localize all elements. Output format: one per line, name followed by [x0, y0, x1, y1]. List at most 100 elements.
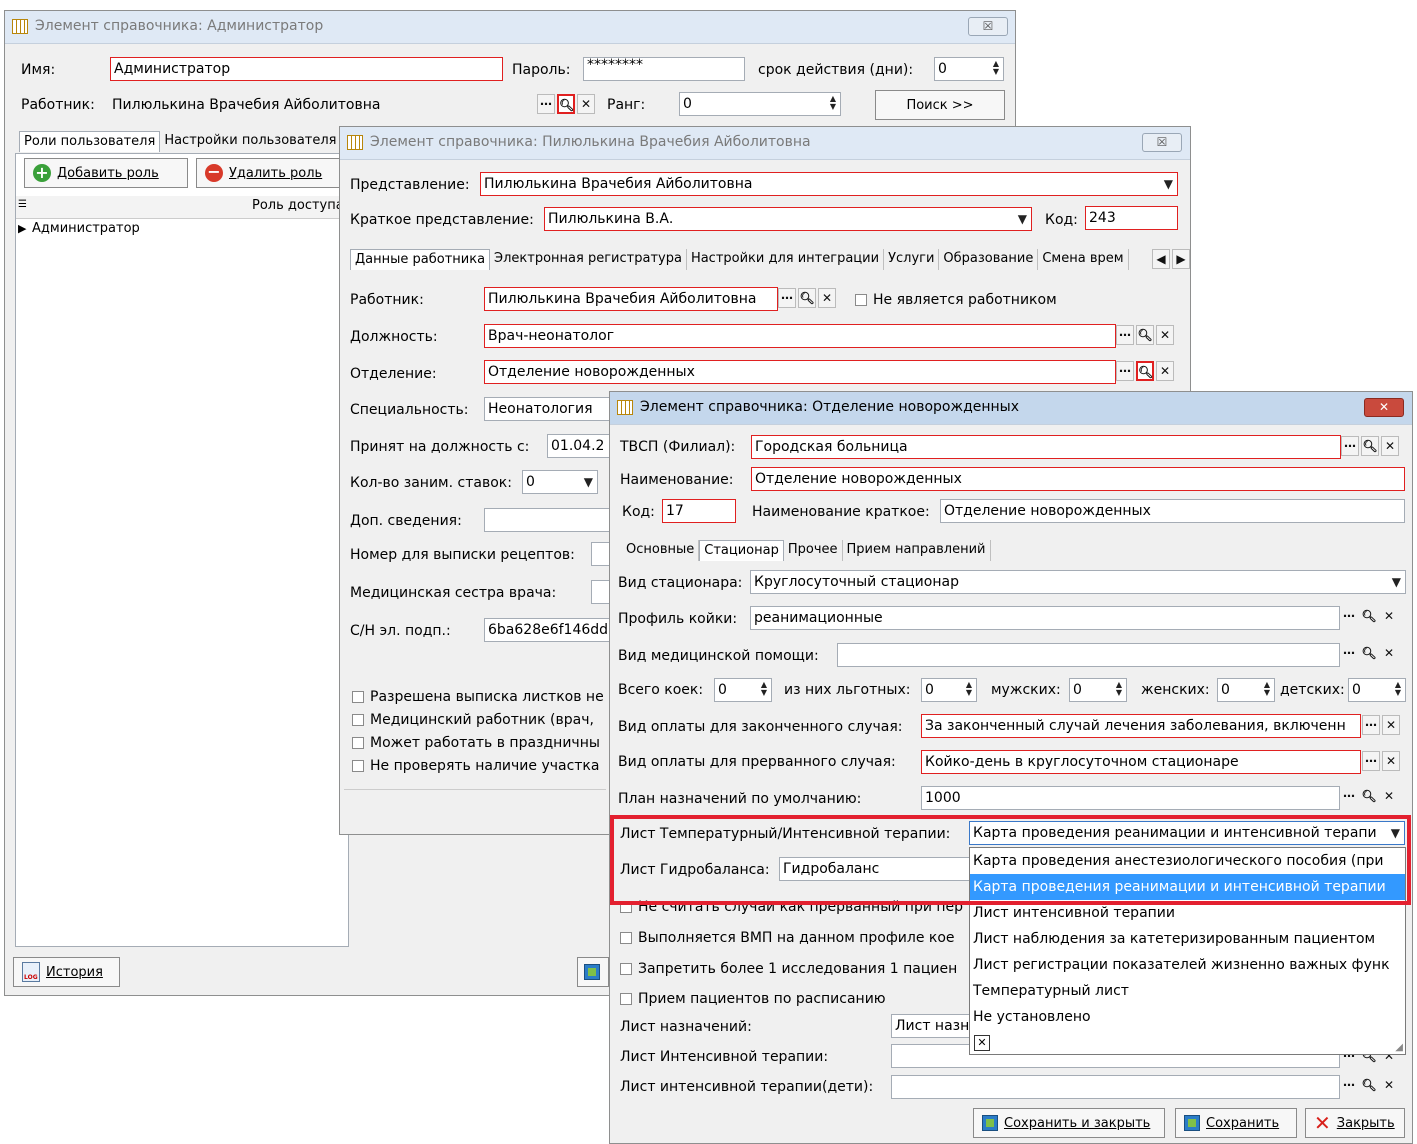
more-icon[interactable]: ⋯: [1362, 715, 1380, 735]
checkbox-box[interactable]: [620, 963, 632, 975]
rank-stepper[interactable]: 0 ▲ ▼: [679, 92, 841, 116]
payment-interrupted-field[interactable]: Койко-день в круглосуточном стационаре: [921, 750, 1361, 774]
tab-other[interactable]: Прочее: [784, 540, 843, 561]
rates-select[interactable]: 0 ▼: [522, 470, 598, 494]
password-field[interactable]: ********: [583, 57, 745, 81]
signature-field[interactable]: 6ba628e6f146dd: [484, 618, 611, 642]
prescriptions-field[interactable]: Лист назн: [891, 1014, 971, 1038]
close-window-button[interactable]: ✕: [1364, 398, 1404, 417]
medical-worker-checkbox[interactable]: Медицинский работник (врач,: [352, 712, 594, 728]
more-icon[interactable]: ⋯: [1116, 361, 1134, 381]
more-icon[interactable]: ⋯: [1340, 787, 1358, 807]
spin-arrows-icon[interactable]: ▲ ▼: [827, 95, 839, 113]
save-and-close-button[interactable]: Сохранить и закрыть: [973, 1108, 1165, 1138]
checkbox-box[interactable]: [620, 932, 632, 944]
recipe-number-field[interactable]: [591, 542, 611, 566]
tab-shift-time[interactable]: Смена врем: [1038, 249, 1129, 270]
search-icon[interactable]: 🔍︎: [1361, 436, 1379, 456]
more-icon[interactable]: ⋯: [1340, 644, 1358, 664]
clear-icon[interactable]: ✕: [1380, 1076, 1398, 1096]
dropdown-option[interactable]: Лист наблюдения за катетеризированным па…: [970, 926, 1405, 952]
save-button[interactable]: Сохранить: [1175, 1108, 1297, 1138]
close-button[interactable]: ✕ Закрыть: [1305, 1108, 1405, 1138]
more-icon[interactable]: ⋯: [1340, 1076, 1358, 1096]
bed-profile-field[interactable]: реанимационные: [750, 606, 1340, 630]
allow-sick-leave-checkbox[interactable]: Разрешена выписка листков не: [352, 689, 604, 705]
chevron-down-icon[interactable]: ▼: [584, 471, 593, 493]
more-icon[interactable]: ⋯: [537, 94, 555, 114]
more-icon[interactable]: ⋯: [1341, 436, 1359, 456]
add-role-button[interactable]: + Добавить роль: [24, 158, 188, 188]
short-representation-select[interactable]: Пилюлькина В.А. ▼: [544, 207, 1032, 231]
holiday-work-checkbox[interactable]: Может работать в праздничны: [352, 735, 600, 751]
tab-main[interactable]: Основные: [622, 540, 700, 561]
chevron-down-icon[interactable]: ▼: [1018, 208, 1027, 230]
worker-field[interactable]: Пилюлькина Врачебия Айболитовна: [108, 93, 538, 117]
chevron-down-icon[interactable]: ▼: [1392, 571, 1401, 593]
tab-user-roles[interactable]: Роли пользователя: [19, 131, 161, 152]
beds-female-stepper[interactable]: 0 ▲ ▼: [1217, 678, 1275, 702]
search-icon[interactable]: 🔍︎: [798, 288, 816, 308]
titlebar[interactable]: Элемент справочника: Отделение новорожде…: [610, 392, 1412, 425]
not-worker-checkbox[interactable]: Не является работником: [855, 292, 1057, 308]
spin-arrows-icon[interactable]: ▲ ▼: [758, 681, 770, 699]
vmp-checkbox[interactable]: Выполняется ВМП на данном профиле кое: [620, 930, 955, 946]
chevron-right-icon[interactable]: ▶: [1172, 249, 1190, 269]
payment-finished-field[interactable]: За законченный случай лечения заболевани…: [921, 714, 1361, 738]
checkbox-box[interactable]: [855, 294, 867, 306]
name-field[interactable]: Отделение новорожденных: [751, 467, 1405, 491]
care-type-field[interactable]: [837, 643, 1340, 667]
save-partial-button[interactable]: [577, 957, 609, 987]
spin-arrows-icon[interactable]: ▲ ▼: [1261, 681, 1273, 699]
clear-icon[interactable]: ✕: [577, 94, 595, 114]
clear-icon[interactable]: ✕: [1382, 715, 1400, 735]
search-icon[interactable]: 🔍︎: [557, 94, 575, 114]
position-field[interactable]: Врач-неонатолог: [484, 324, 1116, 348]
name-field[interactable]: Администратор: [110, 57, 503, 81]
spin-arrows-icon[interactable]: ▲ ▼: [990, 60, 1002, 78]
clear-icon[interactable]: ✕: [1382, 751, 1400, 771]
history-button[interactable]: История: [13, 957, 120, 987]
clear-icon[interactable]: ✕: [1380, 607, 1398, 627]
short-name-field[interactable]: Отделение новорожденных: [940, 499, 1405, 523]
representation-select[interactable]: Пилюлькина Врачебия Айболитовна ▼: [480, 172, 1178, 196]
tab-education[interactable]: Образование: [939, 249, 1039, 270]
schedule-admission-checkbox[interactable]: Прием пациентов по расписанию: [620, 991, 886, 1007]
clear-icon[interactable]: ✕: [1156, 325, 1174, 345]
spin-arrows-icon[interactable]: ▲ ▼: [1113, 681, 1125, 699]
clear-icon[interactable]: ✕: [1380, 787, 1398, 807]
beds-child-stepper[interactable]: 0 ▲ ▼: [1348, 678, 1406, 702]
checkbox-box[interactable]: [352, 691, 364, 703]
spin-arrows-icon[interactable]: ▲ ▼: [1392, 681, 1404, 699]
tvsp-field[interactable]: Городская больница: [751, 435, 1341, 459]
grid-menu-icon[interactable]: ☰: [18, 199, 27, 210]
hospital-type-select[interactable]: Круглосуточный стационар ▼: [750, 570, 1406, 594]
more-icon[interactable]: ⋯: [778, 288, 796, 308]
clear-icon[interactable]: ✕: [1380, 644, 1398, 664]
tab-electronic-registry[interactable]: Электронная регистратура: [490, 249, 687, 270]
intensive-child-field[interactable]: [891, 1075, 1340, 1099]
checkbox-box[interactable]: [620, 993, 632, 1005]
tab-services[interactable]: Услуги: [884, 249, 940, 270]
search-icon[interactable]: 🔍︎: [1136, 325, 1154, 345]
extra-info-field[interactable]: [484, 508, 611, 532]
tab-worker-data[interactable]: Данные работника: [350, 249, 491, 270]
department-field[interactable]: Отделение новорожденных: [484, 360, 1116, 384]
hired-date-field[interactable]: 01.04.2: [547, 434, 611, 458]
dropdown-option[interactable]: Не установлено: [970, 1004, 1405, 1030]
beds-total-stepper[interactable]: 0 ▲ ▼: [714, 678, 772, 702]
clear-icon[interactable]: ✕: [818, 288, 836, 308]
chevron-down-icon[interactable]: ▼: [1164, 173, 1173, 195]
titlebar[interactable]: Элемент справочника: Администратор ☒: [5, 11, 1015, 44]
forbid-research-checkbox[interactable]: Запретить более 1 исследования 1 пациен: [620, 961, 957, 977]
code-field[interactable]: 243: [1085, 206, 1178, 230]
default-plan-field[interactable]: 1000: [921, 786, 1340, 810]
clear-value-icon[interactable]: ✕: [974, 1035, 990, 1051]
search-icon[interactable]: 🔍︎: [1360, 644, 1378, 664]
chevron-left-icon[interactable]: ◀: [1152, 249, 1170, 269]
checkbox-box[interactable]: [352, 760, 364, 772]
search-icon[interactable]: 🔍︎: [1360, 607, 1378, 627]
grid-header-role[interactable]: Роль доступа: [252, 198, 344, 213]
validity-stepper[interactable]: 0 ▲ ▼: [934, 57, 1004, 81]
clear-icon[interactable]: ✕: [1156, 361, 1174, 381]
